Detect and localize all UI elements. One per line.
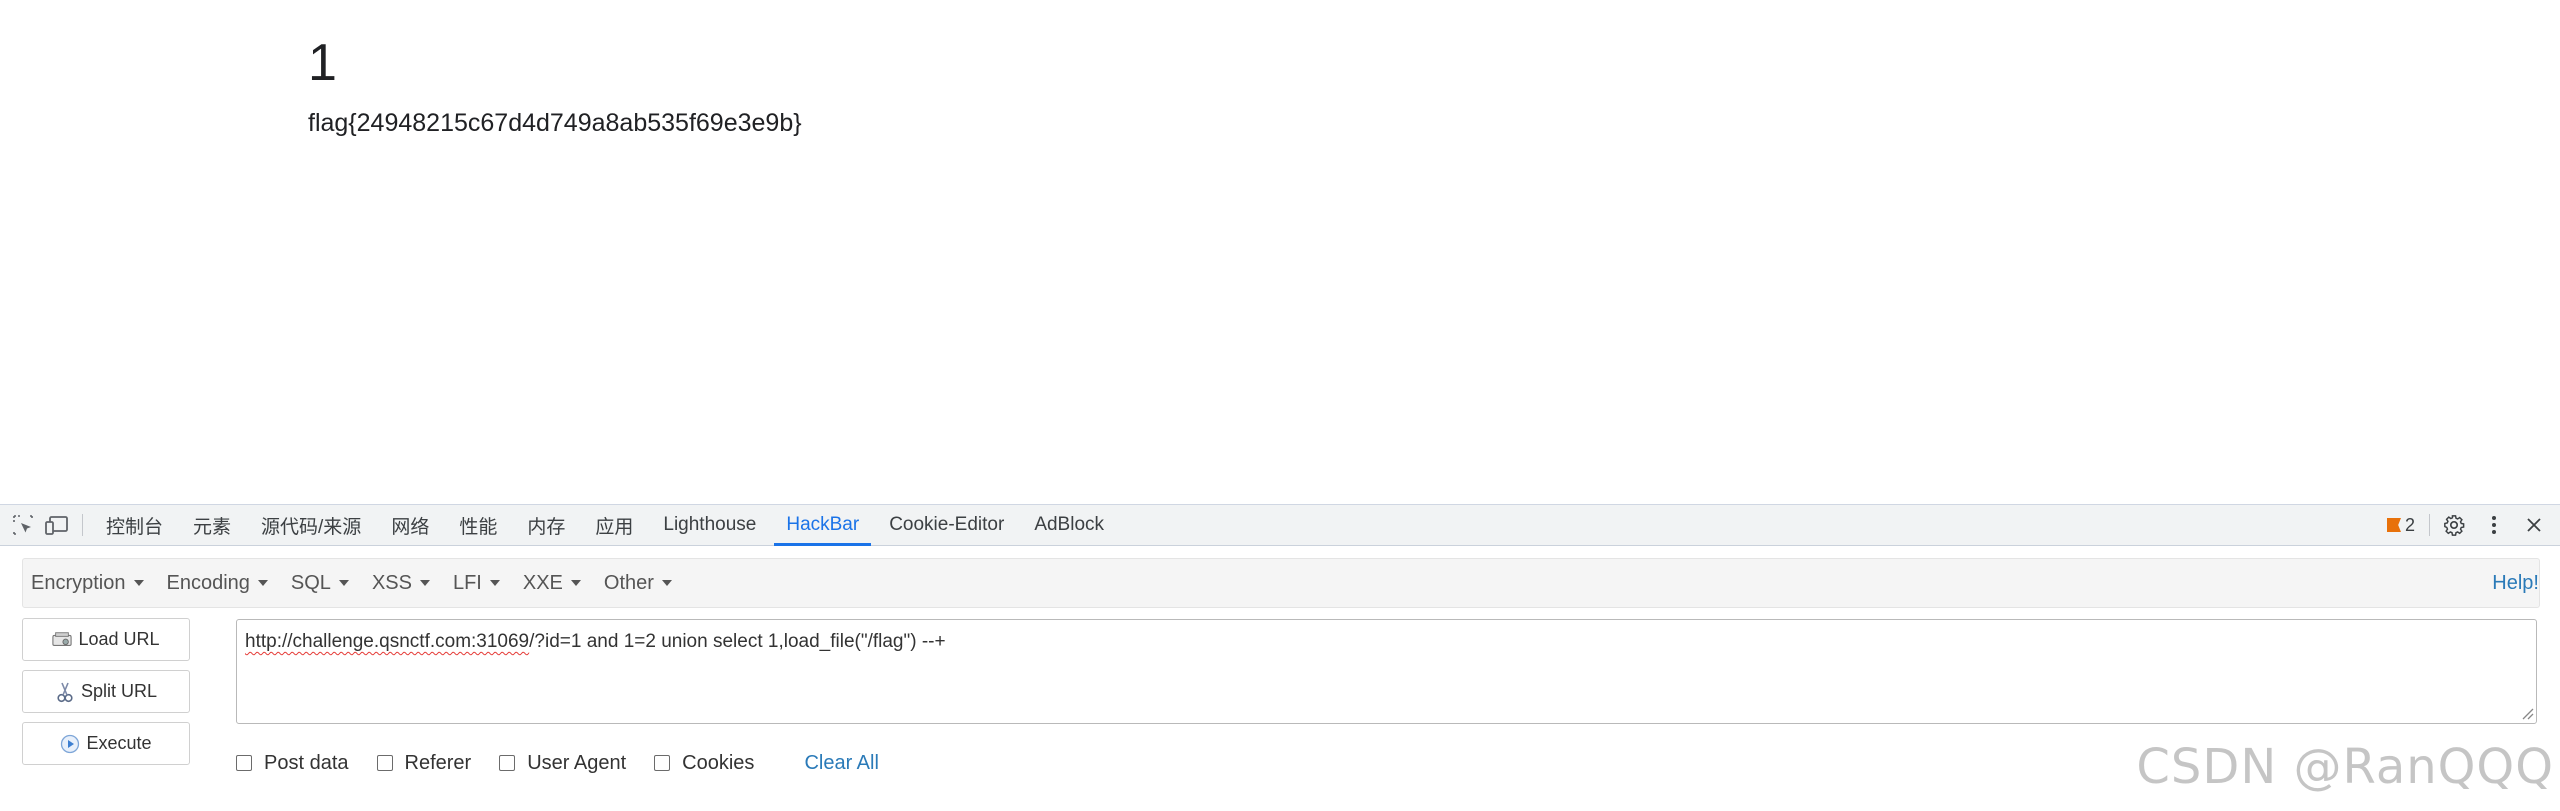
resize-grip-icon[interactable] (2520, 706, 2534, 720)
issues-count: 2 (2404, 514, 2415, 535)
caret-down-icon (570, 580, 581, 586)
tab-cookie-editor[interactable]: Cookie-Editor (874, 505, 1019, 545)
issues-counter[interactable]: 2 (2377, 515, 2425, 536)
cookies-label: Cookies (682, 751, 755, 774)
caret-down-icon (257, 580, 268, 586)
page-content: 1 flag{24948215c67d4d749a8ab535f69e3e9b} (0, 0, 2560, 504)
result-number: 1 (308, 34, 337, 92)
tab-elements[interactable]: 元素 (178, 505, 246, 545)
devtools-tabbar: 控制台 元素 源代码/来源 网络 性能 内存 应用 Lighthouse Hac… (0, 505, 2560, 546)
post-data-checkbox[interactable] (236, 755, 252, 771)
flag-text: flag{24948215c67d4d749a8ab535f69e3e9b} (308, 109, 802, 137)
user-agent-checkbox[interactable] (499, 755, 516, 771)
issue-flag-icon (2386, 518, 2401, 532)
tab-hackbar[interactable]: HackBar (771, 505, 874, 546)
execute-button[interactable]: Execute (22, 722, 190, 765)
cookies-option[interactable]: Cookies (654, 752, 754, 775)
tabbar-divider (82, 514, 83, 536)
tab-adblock[interactable]: AdBlock (1019, 505, 1119, 545)
load-url-icon (52, 630, 73, 650)
url-query: /?id=1 and 1=2 union select 1,load_file(… (529, 631, 946, 652)
hackbar-menubar: Encryption Encoding SQL XSS LFI XXE Othe… (22, 558, 2540, 608)
caret-down-icon (419, 580, 430, 586)
referer-option[interactable]: Referer (376, 751, 472, 775)
menu-encryption[interactable]: Encryption (23, 559, 153, 607)
close-icon[interactable] (2514, 505, 2554, 545)
menu-label: Other (603, 571, 654, 594)
scissors-icon (55, 682, 75, 702)
menu-label: Encoding (166, 571, 250, 594)
menu-xxe[interactable]: XXE (515, 559, 590, 607)
execute-label: Execute (86, 733, 152, 753)
play-icon (60, 734, 80, 754)
cookies-checkbox[interactable] (654, 755, 671, 771)
devtools-panel: 控制台 元素 源代码/来源 网络 性能 内存 应用 Lighthouse Hac… (0, 504, 2560, 811)
caret-down-icon (489, 580, 500, 586)
clear-all-link[interactable]: Clear All (804, 752, 878, 775)
menu-sql[interactable]: SQL (283, 559, 358, 607)
caret-down-icon (133, 580, 144, 586)
menu-label: SQL (290, 571, 331, 594)
tab-lighthouse[interactable]: Lighthouse (648, 505, 771, 545)
menu-label: XSS (371, 571, 412, 594)
caret-down-icon (661, 580, 672, 586)
load-url-label: Load URL (78, 629, 160, 649)
tab-application[interactable]: 应用 (580, 505, 648, 545)
menu-encoding[interactable]: Encoding (159, 559, 277, 607)
right-divider (2429, 514, 2430, 536)
split-url-label: Split URL (80, 681, 158, 701)
menu-other[interactable]: Other (596, 559, 681, 607)
caret-down-icon (338, 580, 349, 586)
hackbar-options: Post data Referer User Agent Cookies Cle… (236, 748, 879, 778)
menu-lfi[interactable]: LFI (445, 559, 509, 607)
menu-label: XXE (522, 571, 563, 594)
tab-console[interactable]: 控制台 (91, 505, 178, 545)
more-options-icon[interactable] (2474, 505, 2514, 545)
referer-checkbox[interactable] (376, 755, 393, 771)
post-data-label: Post data (264, 751, 349, 774)
split-url-button[interactable]: Split URL (22, 670, 190, 713)
load-url-button[interactable]: Load URL (22, 618, 190, 661)
user-agent-option[interactable]: User Agent (499, 752, 626, 775)
url-value: http://challenge.qsnctf.com:31069/?id=1 … (245, 631, 946, 653)
device-toolbar-icon[interactable] (40, 505, 74, 545)
referer-label: Referer (404, 751, 472, 774)
inspect-element-icon[interactable] (6, 505, 40, 545)
menu-label: Encryption (31, 571, 126, 594)
help-link[interactable]: Help! (2482, 559, 2539, 607)
menu-xss[interactable]: XSS (364, 559, 439, 607)
watermark-text: CSDN @RanQQQ (2136, 739, 2554, 795)
tab-sources[interactable]: 源代码/来源 (246, 505, 376, 545)
devtools-right-controls: 2 (2377, 505, 2560, 545)
settings-gear-icon[interactable] (2434, 505, 2474, 545)
tab-network[interactable]: 网络 (376, 505, 444, 545)
post-data-option[interactable]: Post data (236, 752, 349, 775)
tab-memory[interactable]: 内存 (512, 505, 580, 545)
tab-performance[interactable]: 性能 (444, 505, 512, 545)
user-agent-label: User Agent (527, 751, 627, 774)
menu-label: LFI (452, 571, 482, 594)
url-host: http://challenge.qsnctf.com:31069 (245, 631, 530, 652)
